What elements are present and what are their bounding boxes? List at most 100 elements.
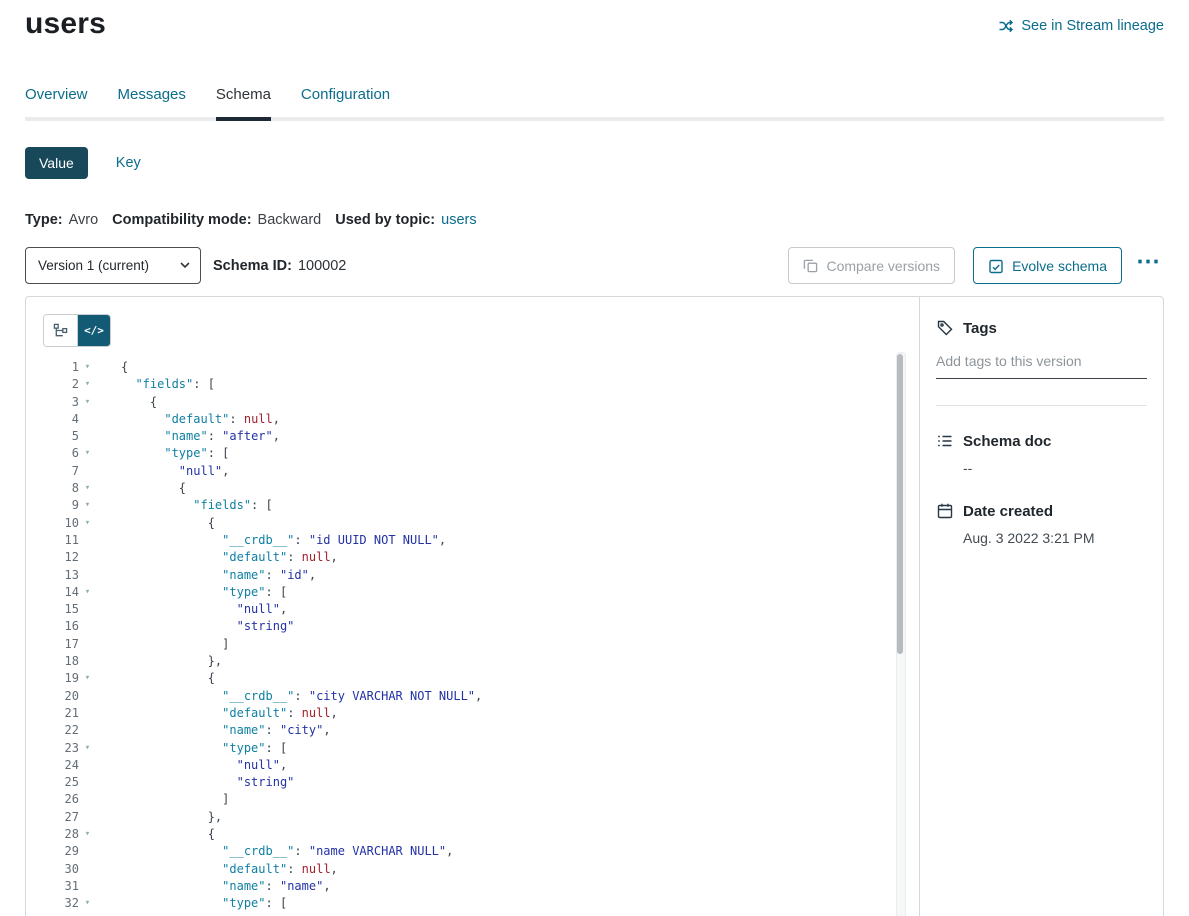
line-number: 4 <box>43 411 79 428</box>
code-text: "string" <box>96 774 294 791</box>
tab-messages[interactable]: Messages <box>118 86 186 117</box>
fold-toggle-icon[interactable]: ▾ <box>79 480 96 497</box>
code-text: "type": [ <box>96 895 287 912</box>
fold-spacer <box>79 549 96 566</box>
fold-toggle-icon[interactable]: ▾ <box>79 670 96 687</box>
code-line: 14▾ "type": [ <box>43 584 919 601</box>
code-line: 31 "name": "name", <box>43 878 919 895</box>
code-text: { <box>96 394 157 411</box>
page: users See in Stream lineage Overview Mess… <box>0 6 1189 284</box>
code-view-icon: </> <box>84 324 104 337</box>
fold-spacer <box>79 636 96 653</box>
schema-doc-value: -- <box>963 460 1147 476</box>
fold-toggle-icon[interactable]: ▾ <box>79 394 96 411</box>
code-line: 15 "null", <box>43 601 919 618</box>
code-text: "null", <box>96 601 287 618</box>
evolve-schema-label: Evolve schema <box>1012 258 1107 274</box>
tab-configuration[interactable]: Configuration <box>301 86 390 117</box>
key-toggle-button[interactable]: Key <box>116 155 141 171</box>
fold-toggle-icon[interactable]: ▾ <box>79 515 96 532</box>
schema-doc-section: Schema doc -- <box>936 432 1147 476</box>
schema-meta-row: Type: Avro Compatibility mode: Backward … <box>25 212 1164 228</box>
version-select[interactable]: Version 1 (current) <box>25 247 201 284</box>
meta-type: Type: Avro <box>25 212 98 228</box>
editor-view-toggle: </> <box>43 314 111 347</box>
value-toggle-button[interactable]: Value <box>25 147 88 179</box>
schema-id: Schema ID: 100002 <box>213 258 346 274</box>
code-text: "string" <box>96 618 294 635</box>
code-line: 23▾ "type": [ <box>43 740 919 757</box>
line-number: 23 <box>43 740 79 757</box>
line-number: 24 <box>43 757 79 774</box>
code-line: 8▾ { <box>43 480 919 497</box>
line-number: 28 <box>43 826 79 843</box>
fold-toggle-icon[interactable]: ▾ <box>79 826 96 843</box>
tab-schema[interactable]: Schema <box>216 86 271 117</box>
fold-toggle-icon[interactable]: ▾ <box>79 895 96 912</box>
fold-toggle-icon[interactable]: ▾ <box>79 445 96 462</box>
fold-toggle-icon[interactable]: ▾ <box>79 584 96 601</box>
tab-bar: Overview Messages Schema Configuration <box>25 86 1164 117</box>
line-number: 11 <box>43 532 79 549</box>
fold-spacer <box>79 774 96 791</box>
schema-panel: </> 1▾{2▾ "fields": [3▾ {4 "default": nu… <box>25 296 1164 916</box>
fold-toggle-icon[interactable]: ▾ <box>79 740 96 757</box>
stream-lineage-link[interactable]: See in Stream lineage <box>998 18 1164 34</box>
code-text: "null", <box>96 757 287 774</box>
edit-check-icon <box>988 258 1004 274</box>
code-line: 10▾ { <box>43 515 919 532</box>
editor-scrollbar-track[interactable] <box>896 352 906 916</box>
code-line: 18 }, <box>43 653 919 670</box>
line-number: 13 <box>43 567 79 584</box>
code-line: 16 "string" <box>43 618 919 635</box>
code-line: 21 "default": null, <box>43 705 919 722</box>
compare-versions-button[interactable]: Compare versions <box>788 247 955 284</box>
tags-section: Tags <box>936 319 1147 406</box>
line-number: 19 <box>43 670 79 687</box>
line-number: 7 <box>43 463 79 480</box>
evolve-schema-button[interactable]: Evolve schema <box>973 247 1122 284</box>
fold-toggle-icon[interactable]: ▾ <box>79 359 96 376</box>
line-number: 8 <box>43 480 79 497</box>
code-line: 24 "null", <box>43 757 919 774</box>
line-number: 25 <box>43 774 79 791</box>
line-number: 30 <box>43 861 79 878</box>
schema-editor[interactable]: </> 1▾{2▾ "fields": [3▾ {4 "default": nu… <box>26 297 919 916</box>
page-title: users <box>25 6 106 42</box>
line-number: 17 <box>43 636 79 653</box>
tab-overview[interactable]: Overview <box>25 86 88 117</box>
code-text: }, <box>96 653 222 670</box>
more-options-button[interactable]: ⋯ <box>1132 250 1164 282</box>
code-line: 28▾ { <box>43 826 919 843</box>
compare-versions-icon <box>803 258 818 273</box>
topic-label: Used by topic: <box>335 212 435 228</box>
calendar-icon <box>936 502 954 520</box>
tab-underline-track <box>25 117 1164 121</box>
topic-link[interactable]: users <box>441 212 476 228</box>
code-text: "name": "id", <box>96 567 316 584</box>
tree-view-button[interactable] <box>44 315 77 346</box>
fold-spacer <box>79 688 96 705</box>
meta-topic: Used by topic: users <box>335 212 476 228</box>
sidebar-divider <box>936 405 1147 406</box>
line-number: 16 <box>43 618 79 635</box>
code-text: "type": [ <box>96 584 287 601</box>
editor-scrollbar-thumb[interactable] <box>897 354 903 654</box>
code-text: "__crdb__": "name VARCHAR NULL", <box>96 843 453 860</box>
fold-spacer <box>79 757 96 774</box>
line-number: 9 <box>43 497 79 514</box>
code-line: 17 ] <box>43 636 919 653</box>
tags-header: Tags <box>936 319 1147 337</box>
code-text: { <box>96 670 215 687</box>
line-number: 22 <box>43 722 79 739</box>
fold-toggle-icon[interactable]: ▾ <box>79 376 96 393</box>
code-text: { <box>96 480 186 497</box>
fold-toggle-icon[interactable]: ▾ <box>79 497 96 514</box>
line-number: 21 <box>43 705 79 722</box>
code-view-button[interactable]: </> <box>77 315 110 346</box>
meta-compatibility: Compatibility mode: Backward <box>112 212 321 228</box>
schema-type-toggle: Value Key <box>25 147 1164 179</box>
code-text: "type": [ <box>96 740 287 757</box>
add-tags-input[interactable] <box>936 353 1147 379</box>
line-number: 26 <box>43 791 79 808</box>
